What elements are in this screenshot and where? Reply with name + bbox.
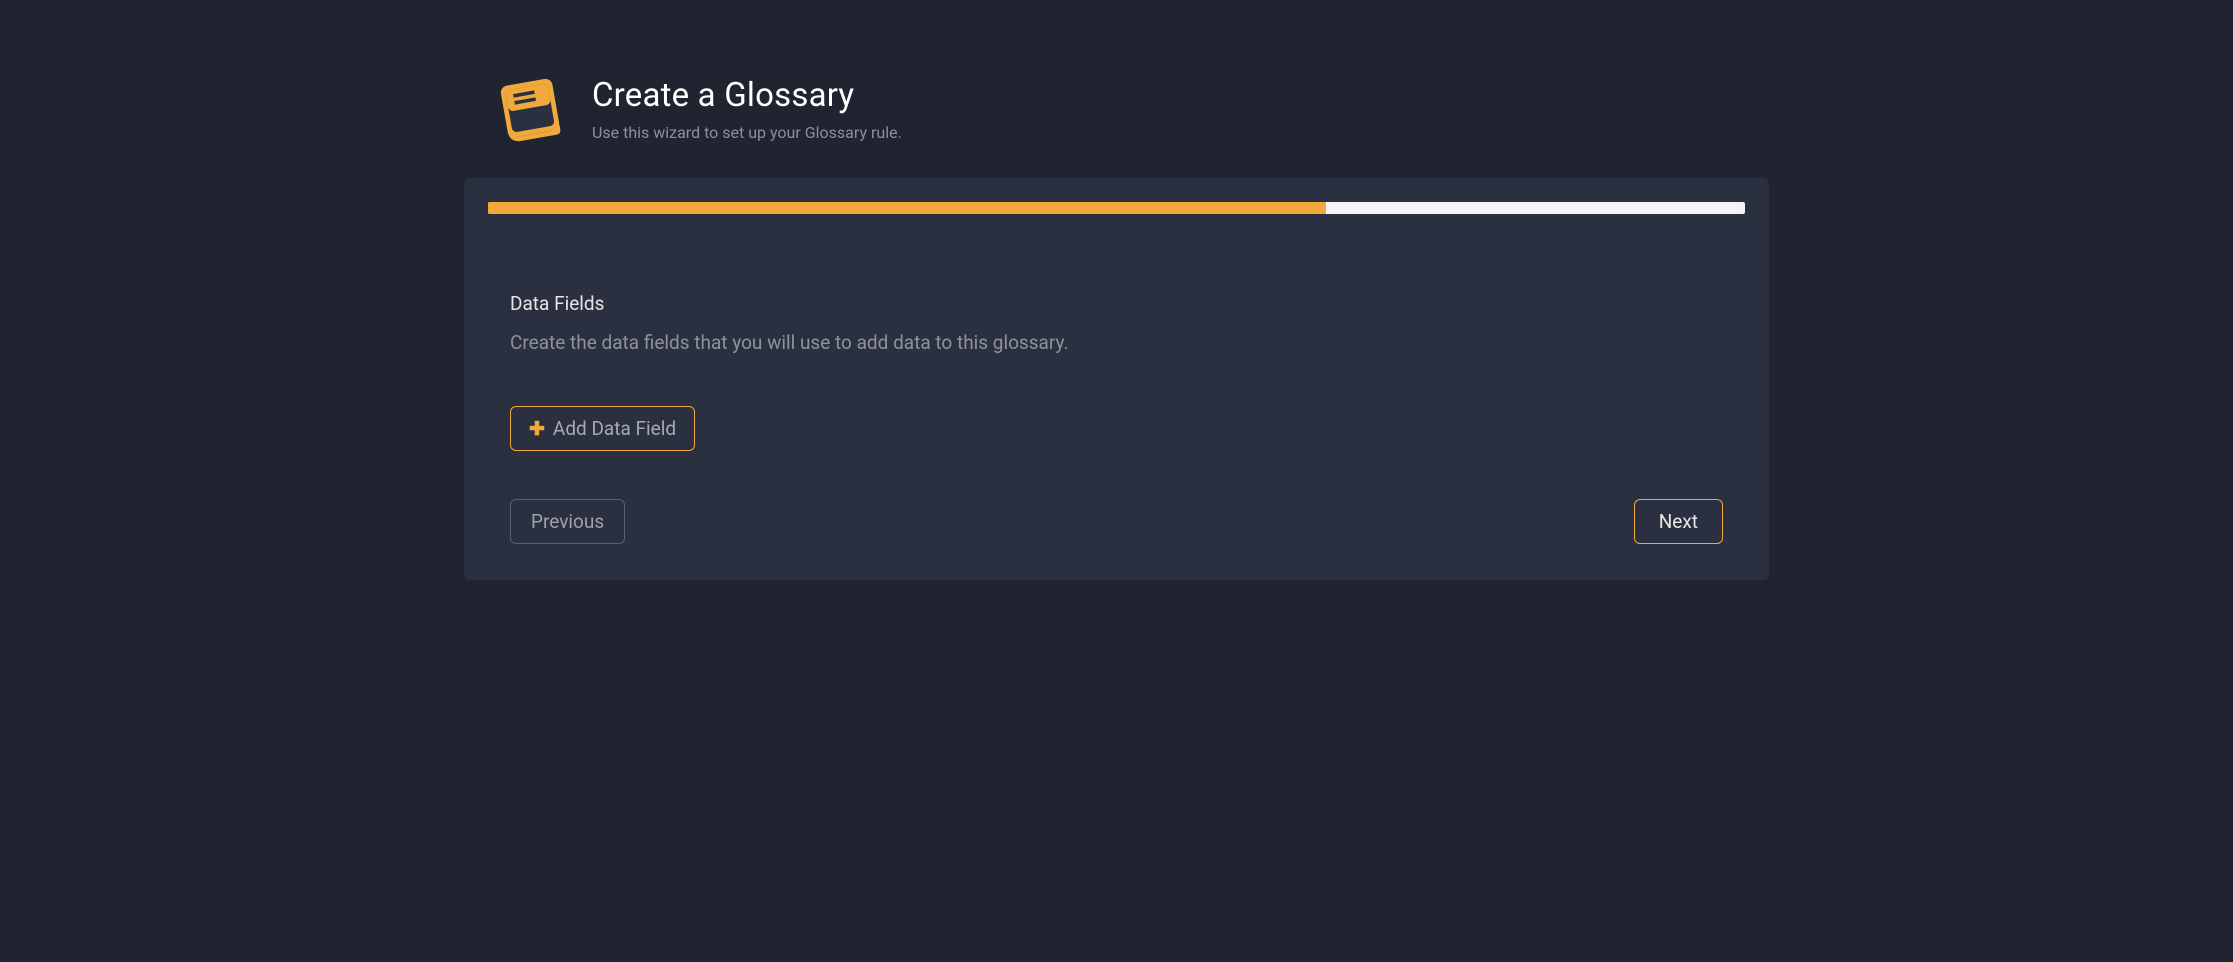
data-fields-section: Data Fields Create the data fields that … (488, 292, 1745, 451)
progress-bar (488, 202, 1745, 214)
previous-button-label: Previous (531, 510, 604, 533)
previous-button[interactable]: Previous (510, 499, 625, 544)
add-data-field-label: Add Data Field (553, 417, 676, 440)
plus-icon: ✚ (529, 417, 545, 440)
wizard-card: Data Fields Create the data fields that … (464, 178, 1769, 580)
next-button-label: Next (1659, 510, 1698, 533)
page-subtitle: Use this wizard to set up your Glossary … (592, 123, 902, 142)
add-data-field-button[interactable]: ✚ Add Data Field (510, 406, 695, 451)
progress-fill (488, 202, 1326, 214)
glossary-book-icon (492, 70, 568, 146)
next-button[interactable]: Next (1634, 499, 1723, 544)
wizard-nav: Previous Next (488, 499, 1745, 544)
section-title: Data Fields (510, 292, 1723, 315)
wizard-header: Create a Glossary Use this wizard to set… (464, 70, 1769, 146)
page-title: Create a Glossary (592, 76, 902, 115)
section-description: Create the data fields that you will use… (510, 331, 1723, 354)
